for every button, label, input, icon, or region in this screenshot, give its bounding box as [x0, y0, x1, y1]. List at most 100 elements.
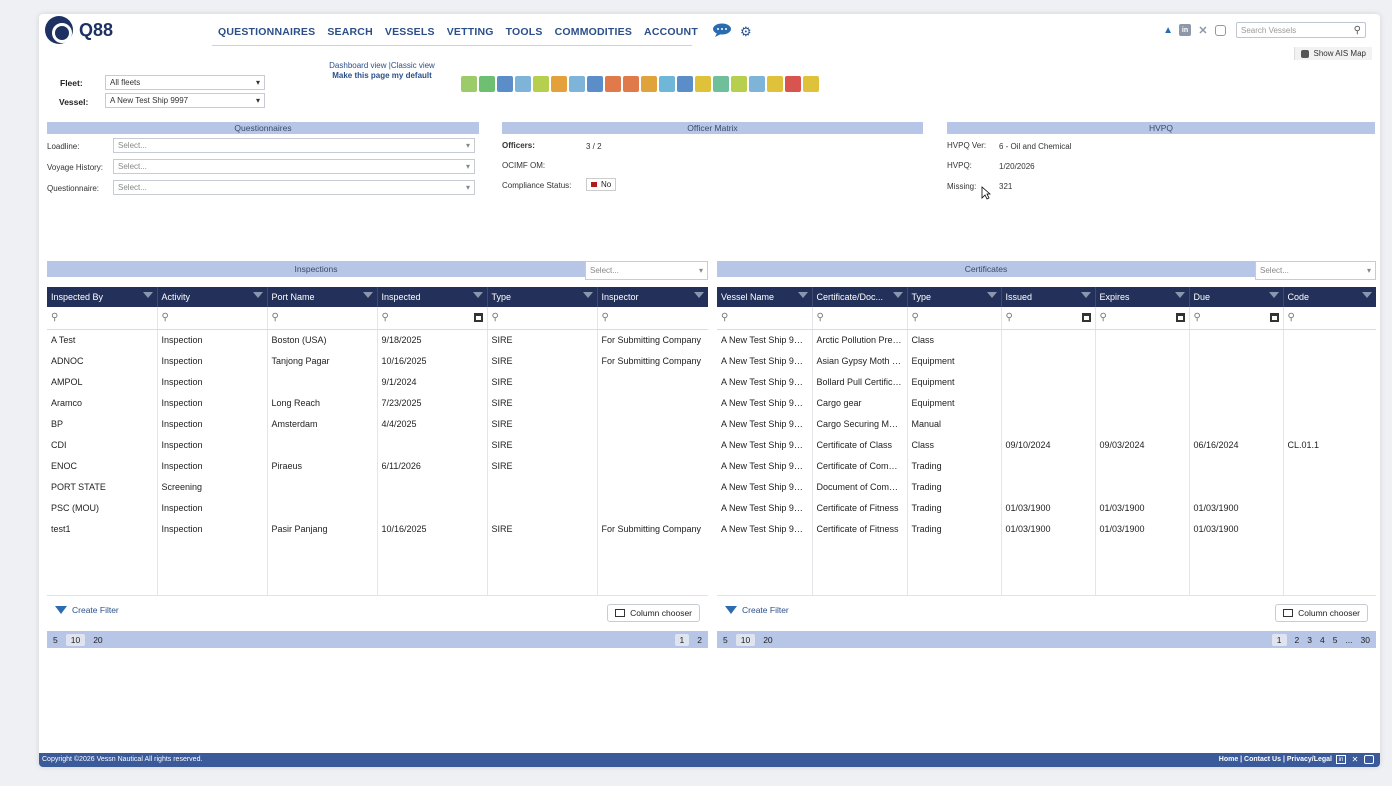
footer-links[interactable]: Home | Contact Us | Privacy/Legal [1219, 756, 1332, 763]
tool-icon-8[interactable] [587, 76, 603, 92]
table-row[interactable]: A New Test Ship 9997 Arctic Pollution Pre… [717, 329, 1376, 350]
column-header[interactable]: Vessel Name [717, 287, 813, 307]
tool-icon-17[interactable] [749, 76, 765, 92]
filter-icon[interactable] [142, 292, 153, 298]
table-row[interactable]: A New Test Ship 9997 Cargo gear Equipment [717, 392, 1376, 413]
search-icon[interactable]: ⚲ [1354, 25, 1361, 36]
filter-icon[interactable] [892, 292, 903, 298]
column-filter-input[interactable]: ⚲ [1189, 307, 1284, 330]
column-filter-input[interactable]: ⚲ [47, 307, 158, 330]
nav-vetting[interactable]: VETTING [447, 26, 494, 38]
column-header[interactable]: Issued [1001, 287, 1096, 307]
table-row[interactable]: A New Test Ship 9997 Certificate of Fitne… [717, 518, 1376, 539]
filter-icon[interactable] [1174, 292, 1185, 298]
column-header[interactable]: Expires [1095, 287, 1190, 307]
column-header[interactable]: Inspected [377, 287, 488, 307]
tool-icon-15[interactable] [713, 76, 729, 92]
instagram-icon[interactable] [1364, 755, 1374, 764]
table-row[interactable]: A New Test Ship 9997 Certificate of Fitne… [717, 497, 1376, 518]
filter-icon[interactable] [1268, 292, 1279, 298]
table-row[interactable]: ADNOC Inspection Tanjong Pagar 10/16/2025 SI… [47, 350, 708, 371]
filter-icon[interactable] [472, 292, 483, 298]
filter-icon[interactable] [986, 292, 997, 298]
table-row[interactable]: CDI Inspection SIRE [47, 434, 708, 455]
linkedin-icon[interactable]: in [1179, 24, 1191, 36]
voyage-history-select[interactable]: Select... ▾ [113, 159, 475, 174]
calendar-icon[interactable] [1081, 313, 1091, 322]
column-filter-input[interactable]: ⚲ [1001, 307, 1096, 330]
page-number[interactable]: 5 [1333, 635, 1338, 645]
page-number[interactable]: 1 [674, 634, 690, 646]
column-header[interactable]: Code [1283, 287, 1376, 307]
page-size-option[interactable]: 20 [93, 635, 102, 645]
column-filter-input[interactable]: ⚲ [907, 307, 1002, 330]
tool-icon-9[interactable] [605, 76, 621, 92]
make-default-link[interactable]: Make this page my default [317, 71, 447, 81]
tool-icon-16[interactable] [731, 76, 747, 92]
vessel-select[interactable]: A New Test Ship 9997 ▾ [105, 93, 265, 108]
column-header[interactable]: Type [487, 287, 598, 307]
dashboard-classic-link[interactable]: Dashboard view |Classic view [317, 61, 447, 71]
tool-icon-3[interactable] [497, 76, 513, 92]
linkedin-icon[interactable]: in [1336, 755, 1346, 764]
certificates-view-select[interactable]: Select... ▾ [1255, 261, 1376, 280]
column-filter-input[interactable]: ⚲ [377, 307, 488, 330]
column-chooser-button[interactable]: Column chooser [607, 604, 700, 622]
table-row[interactable]: AMPOL Inspection 9/1/2024 SIRE [47, 371, 708, 392]
column-header[interactable]: Port Name [267, 287, 378, 307]
table-row[interactable]: A New Test Ship 9997Document of Complian… [717, 476, 1376, 497]
tool-icon-14[interactable] [695, 76, 711, 92]
tool-icon-2[interactable] [479, 76, 495, 92]
q88-logo[interactable]: Q88 [45, 16, 135, 44]
column-header[interactable]: Due [1189, 287, 1284, 307]
tool-icon-5[interactable] [533, 76, 549, 92]
page-number[interactable]: 30 [1361, 635, 1370, 645]
table-row[interactable]: A New Test Ship 9997 Cargo Securing Manua… [717, 413, 1376, 434]
column-header[interactable]: Certificate/Doc... [812, 287, 908, 307]
column-header[interactable]: Inspected By [47, 287, 158, 307]
create-filter-button[interactable]: Create Filter [55, 605, 119, 615]
instagram-icon[interactable] [1215, 24, 1226, 36]
filter-icon[interactable] [362, 292, 373, 298]
tool-icon-19[interactable] [785, 76, 801, 92]
filter-icon[interactable] [1361, 292, 1372, 298]
column-chooser-button[interactable]: Column chooser [1275, 604, 1368, 622]
page-number[interactable]: 3 [1307, 635, 1312, 645]
calendar-icon[interactable] [473, 313, 483, 322]
bell-icon[interactable]: ▲ [1163, 25, 1173, 36]
nav-commodities[interactable]: COMMODITIES [555, 26, 632, 38]
page-size-option[interactable]: 5 [723, 635, 728, 645]
fleet-select[interactable]: All fleets ▾ [105, 75, 265, 90]
table-row[interactable]: ENOC Inspection Piraeus 6/11/2026 SIRE [47, 455, 708, 476]
column-header[interactable]: Inspector [597, 287, 708, 307]
page-number[interactable]: 2 [1295, 635, 1300, 645]
page-number[interactable]: 4 [1320, 635, 1325, 645]
page-size-option[interactable]: 5 [53, 635, 58, 645]
tool-icon-20[interactable] [803, 76, 819, 92]
page-size-option[interactable]: 10 [735, 634, 756, 646]
page-number[interactable]: 2 [697, 635, 702, 645]
nav-questionnaires[interactable]: QUESTIONNAIRES [218, 26, 315, 38]
calendar-icon[interactable] [1269, 313, 1279, 322]
table-row[interactable]: PORT STATE Screening [47, 476, 708, 497]
questionnaire-select[interactable]: Select... ▾ [113, 180, 475, 195]
create-filter-button[interactable]: Create Filter [725, 605, 789, 615]
page-size-option[interactable]: 20 [763, 635, 772, 645]
page-number[interactable]: 1 [1271, 634, 1287, 646]
table-row[interactable]: A New Test Ship 9997 Certificate of Compl… [717, 455, 1376, 476]
filter-icon[interactable] [252, 292, 263, 298]
nav-vessels[interactable]: VESSELS [385, 26, 435, 38]
tool-icon-13[interactable] [677, 76, 693, 92]
filter-icon[interactable] [582, 292, 593, 298]
tool-icon-1[interactable] [461, 76, 477, 92]
tool-icon-18[interactable] [767, 76, 783, 92]
nav-tools[interactable]: TOOLS [506, 26, 543, 38]
gear-icon[interactable]: ⚙ [740, 24, 752, 40]
filter-icon[interactable] [797, 292, 808, 298]
tool-icon-11[interactable] [641, 76, 657, 92]
column-filter-input[interactable]: ⚲ [717, 307, 813, 330]
inspections-view-select[interactable]: Select... ▾ [585, 261, 708, 280]
column-filter-input[interactable]: ⚲ [1283, 307, 1376, 330]
calendar-icon[interactable] [1175, 313, 1185, 322]
vessel-search-input[interactable]: Search Vessels ⚲ [1236, 22, 1366, 38]
